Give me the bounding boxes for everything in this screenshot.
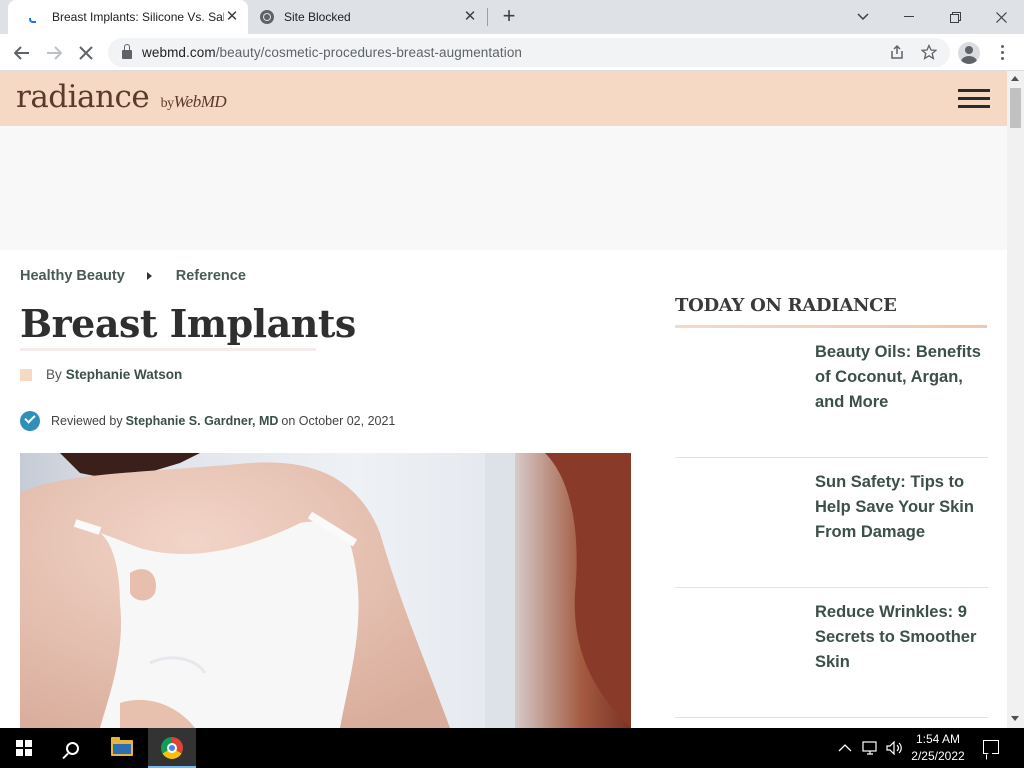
url-domain: webmd.com: [142, 45, 216, 60]
article-thumbnail[interactable]: [675, 602, 800, 686]
author-link[interactable]: Stephanie Watson: [66, 367, 183, 382]
reviewed-prefix: Reviewed by: [51, 414, 123, 428]
title-underline: [20, 348, 316, 351]
start-button[interactable]: [0, 728, 48, 768]
scroll-down-arrow-icon[interactable]: [1011, 716, 1019, 721]
windows-taskbar: 1:54 AM 2/25/2022: [0, 728, 1024, 768]
chrome-taskbar-button[interactable]: [148, 728, 196, 768]
loading-spinner-icon: [24, 9, 40, 25]
logo-brand: WebMD: [173, 92, 227, 111]
sidebar-article-item[interactable]: Beauty Oils: Benefits of Coconut, Argan,…: [675, 328, 988, 458]
tab-divider: [487, 8, 488, 26]
stop-loading-button[interactable]: [73, 40, 99, 66]
tab-title: Breast Implants: Silicone Vs. Saline: [52, 10, 224, 24]
notification-center-icon[interactable]: [983, 740, 999, 754]
close-tab-icon[interactable]: ✕: [462, 9, 478, 25]
search-icon: [65, 741, 79, 755]
bookmark-star-icon[interactable]: [920, 43, 938, 62]
address-bar[interactable]: webmd.com/beauty/cosmetic-procedures-bre…: [108, 38, 950, 67]
article-thumbnail[interactable]: [675, 342, 800, 426]
minimize-button[interactable]: [886, 0, 932, 34]
hamburger-menu-icon[interactable]: [958, 89, 990, 109]
article-link[interactable]: Reduce Wrinkles: 9 Secrets to Smoother S…: [815, 600, 987, 675]
tab-site-blocked[interactable]: Site Blocked ✕: [250, 0, 486, 34]
page-viewport: radiance byWebMD Healthy Beauty Referenc…: [0, 71, 1024, 728]
reviewed-date: on October 02, 2021: [281, 414, 396, 428]
author-marker-icon: [20, 368, 32, 381]
breadcrumb-reference[interactable]: Reference: [176, 268, 246, 284]
byline: By Stephanie Watson: [20, 367, 182, 382]
page-scrollbar[interactable]: [1007, 71, 1024, 728]
article-thumbnail[interactable]: [675, 472, 800, 556]
article-link[interactable]: Sun Safety: Tips to Help Save Your Skin …: [815, 470, 987, 545]
sidebar-title: TODAY ON RADIANCE: [675, 295, 897, 316]
page-title: Breast Implants: [20, 301, 356, 346]
article-link[interactable]: Beauty Oils: Benefits of Coconut, Argan,…: [815, 340, 987, 415]
sidebar-article-item[interactable]: Sun Safety: Tips to Help Save Your Skin …: [675, 458, 988, 588]
reviewer-link[interactable]: Stephanie S. Gardner, MD: [126, 414, 279, 428]
share-icon[interactable]: [888, 44, 906, 62]
url-text: webmd.com/beauty/cosmetic-procedures-bre…: [142, 45, 522, 60]
chrome-icon: [161, 737, 183, 759]
tab-breast-implants[interactable]: Breast Implants: Silicone Vs. Saline ✕: [8, 0, 248, 34]
breadcrumb-healthy-beauty[interactable]: Healthy Beauty: [20, 268, 125, 284]
system-clock[interactable]: 1:54 AM 2/25/2022: [908, 731, 968, 765]
site-header: radiance byWebMD: [0, 71, 1007, 126]
taskbar-search-button[interactable]: [48, 728, 96, 768]
forward-button[interactable]: [41, 40, 67, 66]
globe-icon: [260, 10, 274, 24]
scrollbar-thumb[interactable]: [1010, 88, 1021, 128]
windows-logo-icon: [16, 740, 32, 756]
scroll-up-arrow-icon[interactable]: [1011, 76, 1019, 81]
browser-toolbar: webmd.com/beauty/cosmetic-procedures-bre…: [0, 34, 1024, 71]
profile-avatar-icon[interactable]: [958, 42, 980, 64]
folder-icon: [111, 737, 133, 756]
tab-title: Site Blocked: [284, 10, 351, 24]
network-icon[interactable]: [862, 728, 880, 768]
volume-icon[interactable]: [886, 728, 904, 768]
checkmark-icon: [20, 411, 40, 431]
tab-search-chevron-icon[interactable]: [840, 0, 886, 34]
logo-by: by: [160, 96, 175, 111]
browser-menu-icon[interactable]: [994, 43, 1010, 63]
breadcrumb-arrow-icon: [146, 272, 152, 280]
lock-icon[interactable]: [122, 44, 132, 59]
medical-review: Reviewed by Stephanie S. Gardner, MD on …: [20, 411, 395, 431]
logo-main: radiance: [16, 79, 150, 115]
browser-tab-strip: Breast Implants: Silicone Vs. Saline ✕ S…: [0, 0, 1024, 34]
sidebar-article-item[interactable]: Reduce Wrinkles: 9 Secrets to Smoother S…: [675, 588, 988, 718]
back-button[interactable]: [9, 40, 35, 66]
show-hidden-icons-button[interactable]: [838, 728, 852, 768]
byline-prefix: By: [46, 367, 62, 382]
breadcrumb: Healthy Beauty Reference: [20, 268, 246, 284]
ad-placeholder: [0, 126, 1007, 250]
url-path: /beauty/cosmetic-procedures-breast-augme…: [215, 45, 523, 60]
close-window-button[interactable]: [978, 0, 1024, 34]
clock-time: 1:54 AM: [915, 732, 961, 746]
close-tab-icon[interactable]: ✕: [224, 9, 240, 25]
restore-button[interactable]: [932, 0, 978, 34]
new-tab-button[interactable]: +: [498, 5, 520, 27]
file-explorer-button[interactable]: [98, 728, 146, 768]
clock-date: 2/25/2022: [911, 749, 965, 763]
hero-image: [20, 453, 631, 728]
radiance-logo[interactable]: radiance byWebMD: [16, 79, 227, 115]
